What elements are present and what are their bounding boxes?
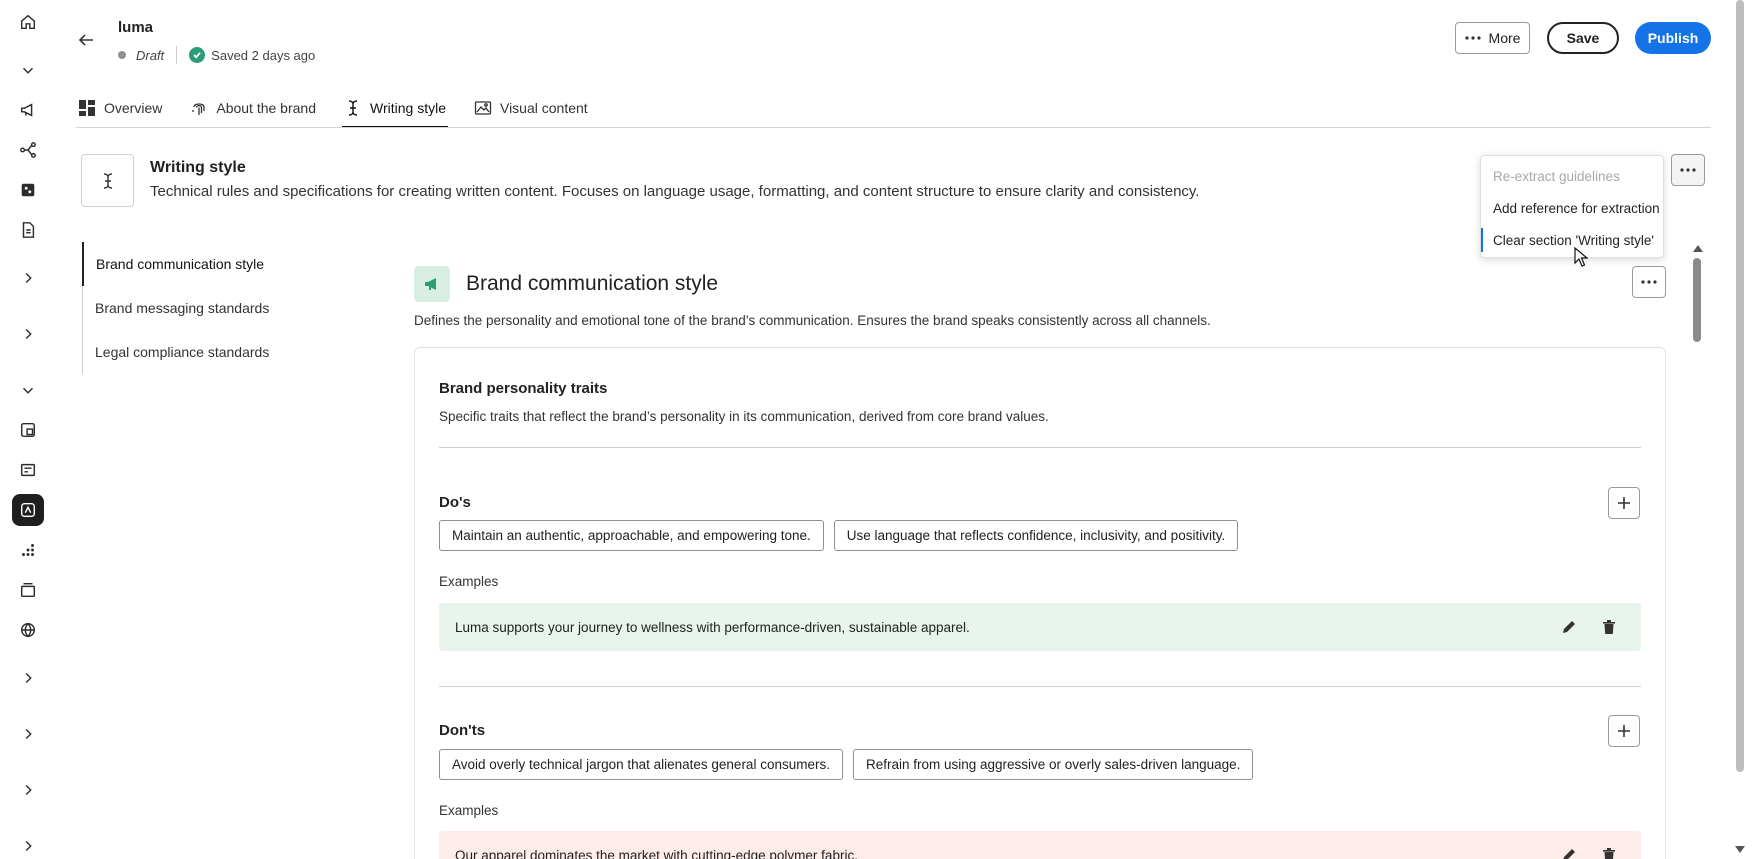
pencil-icon[interactable] — [1559, 617, 1579, 637]
chevron-right-icon[interactable] — [12, 262, 44, 294]
section-nav: Brand communication style Brand messagin… — [82, 242, 302, 374]
chevron-right-icon[interactable] — [12, 662, 44, 694]
tabs-divider — [76, 127, 1711, 128]
section-nav-item-brand-communication-style[interactable]: Brand communication style — [82, 242, 302, 286]
example-actions — [1559, 845, 1619, 859]
menu-item-add-reference[interactable]: Add reference for extraction — [1481, 192, 1663, 224]
brands-icon[interactable] — [12, 494, 44, 526]
card-more-button[interactable] — [1632, 266, 1666, 298]
section-more-button[interactable] — [1671, 154, 1705, 186]
home-icon[interactable] — [12, 6, 44, 38]
tab-label: Visual content — [499, 100, 588, 116]
offers-icon[interactable] — [12, 174, 44, 206]
section-title: Writing style — [150, 159, 246, 176]
ellipsis-icon — [1680, 168, 1696, 172]
plus-icon — [1618, 725, 1630, 737]
save-button[interactable]: Save — [1547, 22, 1619, 54]
donts-tags: Avoid overly technical jargon that alien… — [439, 749, 1254, 780]
text-cursor-icon — [348, 100, 358, 116]
menu-item-clear-section[interactable]: Clear section 'Writing style' — [1481, 224, 1663, 256]
donts-title: Don'ts — [439, 722, 486, 739]
menu-item-re-extract-guidelines: Re-extract guidelines — [1493, 168, 1620, 184]
tab-label: Overview — [104, 100, 163, 116]
templates-icon[interactable] — [12, 414, 44, 446]
traits-title: Brand personality traits — [439, 380, 608, 397]
do-example-text: Luma supports your journey to wellness w… — [455, 619, 970, 635]
scroll-down-arrow[interactable] — [1735, 846, 1745, 853]
channels-icon[interactable] — [12, 574, 44, 606]
dos-tags: Maintain an authentic, approachable, and… — [439, 520, 1239, 551]
tab-overview[interactable]: Overview — [76, 88, 164, 128]
apps-icon[interactable] — [12, 534, 44, 566]
more-button-label: More — [1488, 30, 1521, 46]
do-example: Luma supports your journey to wellness w… — [439, 603, 1641, 651]
dont-tag[interactable]: Avoid overly technical jargon that alien… — [439, 749, 843, 780]
plus-icon — [1618, 497, 1630, 509]
divider — [439, 686, 1641, 687]
tab-visual-content[interactable]: Visual content — [472, 88, 590, 128]
publish-button[interactable]: Publish — [1635, 22, 1711, 54]
dos-examples-label: Examples — [439, 574, 499, 589]
fingerprint-icon — [192, 103, 206, 115]
donts-examples-label: Examples — [439, 803, 499, 818]
journey-icon[interactable] — [12, 134, 44, 166]
card-scrollbar-thumb[interactable] — [1693, 258, 1701, 342]
back-arrow-icon[interactable] — [74, 28, 98, 52]
section-description: Technical rules and specifications for c… — [150, 183, 1200, 200]
section-nav-item-brand-messaging-standards[interactable]: Brand messaging standards — [82, 286, 302, 330]
document-icon[interactable] — [12, 214, 44, 246]
ellipsis-icon — [1464, 36, 1481, 40]
card-description: Defines the personality and emotional to… — [414, 313, 1211, 328]
tab-bar: Overview About the brand Writing style V… — [76, 88, 590, 128]
chevron-right-icon[interactable] — [12, 718, 44, 750]
globe-icon[interactable] — [12, 614, 44, 646]
add-do-button[interactable] — [1608, 487, 1640, 519]
dos-title: Do's — [439, 494, 471, 511]
chevron-down-icon[interactable] — [12, 374, 44, 406]
chevron-right-icon[interactable] — [12, 830, 44, 859]
tab-label: About the brand — [216, 100, 316, 116]
trash-icon[interactable] — [1599, 845, 1619, 859]
megaphone-icon[interactable] — [12, 94, 44, 126]
text-cursor-icon — [81, 154, 134, 207]
more-button[interactable]: More — [1455, 22, 1530, 54]
add-dont-button[interactable] — [1608, 715, 1640, 747]
divider — [176, 46, 178, 64]
scroll-up-arrow[interactable] — [1693, 245, 1703, 252]
status-badge: Draft — [136, 47, 165, 63]
ellipsis-icon — [1641, 280, 1657, 284]
divider — [439, 447, 1641, 448]
dont-example: Our apparel dominates the market with cu… — [439, 831, 1641, 859]
chevron-right-icon[interactable] — [12, 318, 44, 350]
tab-writing-style[interactable]: Writing style — [342, 88, 448, 128]
section-nav-item-legal-compliance-standards[interactable]: Legal compliance standards — [82, 330, 302, 374]
dashboard-icon — [79, 100, 95, 116]
status-row: Draft Saved 2 days ago — [118, 46, 315, 64]
chevron-down-icon[interactable] — [12, 54, 44, 86]
checkmark-icon — [189, 47, 206, 63]
page-title: luma — [118, 19, 154, 36]
pencil-icon[interactable] — [1559, 845, 1579, 859]
do-tag[interactable]: Use language that reflects confidence, i… — [833, 520, 1239, 551]
dont-tag[interactable]: Refrain from using aggressive or overly … — [852, 749, 1254, 780]
example-actions — [1559, 617, 1619, 637]
status-dot — [118, 51, 126, 59]
mouse-cursor-icon — [1574, 247, 1588, 267]
saved-text: Saved 2 days ago — [211, 47, 316, 63]
tab-about-the-brand[interactable]: About the brand — [188, 88, 318, 128]
dont-example-text: Our apparel dominates the market with cu… — [455, 847, 858, 859]
image-icon — [474, 101, 492, 115]
do-tag[interactable]: Maintain an authentic, approachable, and… — [439, 520, 824, 551]
page-scrollbar-thumb[interactable] — [1736, 0, 1744, 772]
section-actions-menu: Re-extract guidelines Add reference for … — [1480, 155, 1664, 258]
traits-description: Specific traits that reflect the brand’s… — [439, 409, 1049, 424]
fragments-icon[interactable] — [12, 454, 44, 486]
tab-label: Writing style — [370, 100, 446, 116]
card-title: Brand communication style — [466, 272, 719, 295]
chevron-right-icon[interactable] — [12, 774, 44, 806]
megaphone-icon — [414, 266, 450, 302]
left-rail — [0, 0, 56, 859]
trash-icon[interactable] — [1599, 617, 1619, 637]
